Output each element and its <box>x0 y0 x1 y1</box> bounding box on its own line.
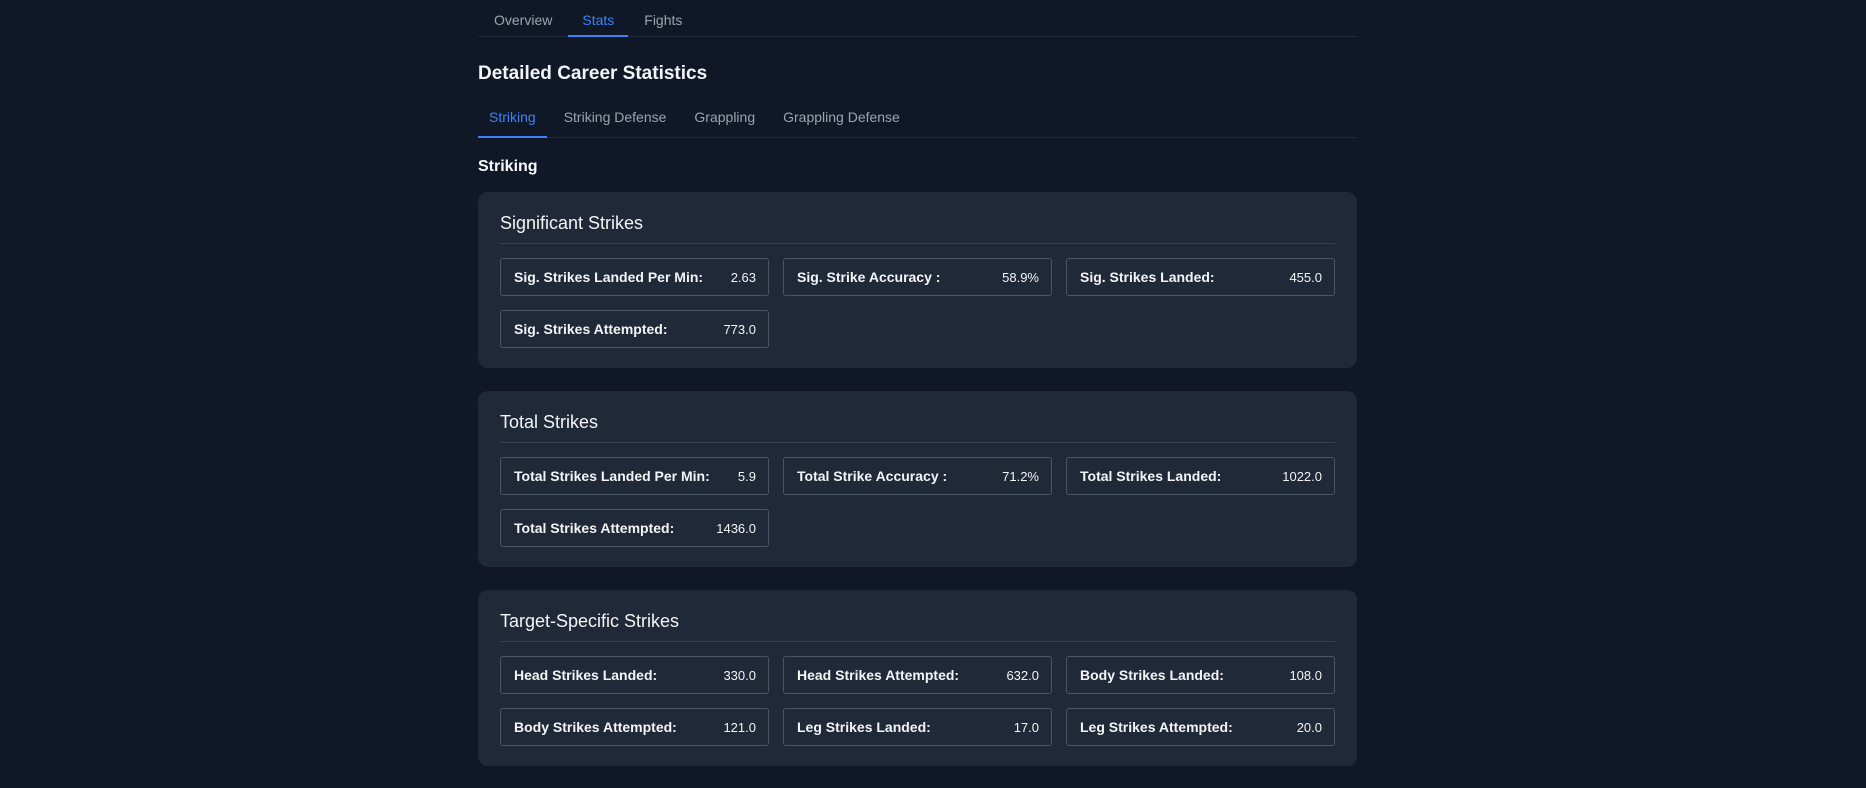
stat-label: Total Strike Accuracy : <box>797 468 948 484</box>
stat-label: Total Strikes Landed Per Min: <box>514 468 710 484</box>
stat-value: 58.9% <box>1002 269 1039 285</box>
tab-overview[interactable]: Overview <box>480 0 566 37</box>
stat-item: Total Strikes Attempted: 1436.0 <box>500 509 769 547</box>
stat-label: Body Strikes Attempted: <box>514 719 677 735</box>
stat-value: 1022.0 <box>1282 468 1322 484</box>
stat-value: 773.0 <box>723 321 756 337</box>
stat-item: Total Strikes Landed: 1022.0 <box>1066 457 1335 495</box>
stat-item: Head Strikes Landed: 330.0 <box>500 656 769 694</box>
total-strikes-card: Total Strikes Total Strikes Landed Per M… <box>478 391 1357 567</box>
stat-label: Body Strikes Landed: <box>1080 667 1224 683</box>
stat-item: Sig. Strike Accuracy : 58.9% <box>783 258 1052 296</box>
stat-value: 17.0 <box>1013 719 1039 735</box>
stat-item: Total Strikes Landed Per Min: 5.9 <box>500 457 769 495</box>
stat-value: 2.63 <box>730 269 756 285</box>
significant-strikes-card: Significant Strikes Sig. Strikes Landed … <box>478 192 1357 368</box>
stat-label: Total Strikes Attempted: <box>514 520 675 536</box>
profile-tabs: Overview Stats Fights <box>478 0 1357 37</box>
stat-label: Sig. Strikes Landed Per Min: <box>514 269 704 285</box>
stat-label: Leg Strikes Landed: <box>797 719 931 735</box>
stat-label: Sig. Strikes Landed: <box>1080 269 1215 285</box>
stat-label: Head Strikes Attempted: <box>797 667 960 683</box>
tab-striking-defense[interactable]: Striking Defense <box>553 102 678 138</box>
stat-value: 1436.0 <box>716 520 756 536</box>
stat-value: 121.0 <box>723 719 756 735</box>
tab-fights[interactable]: Fights <box>630 0 696 37</box>
card-title: Total Strikes <box>500 411 1335 443</box>
stat-value: 330.0 <box>723 667 756 683</box>
stats-container: Overview Stats Fights Detailed Career St… <box>478 0 1357 766</box>
section-heading: Striking <box>478 158 538 175</box>
page-title: Detailed Career Statistics <box>478 63 708 84</box>
stat-grid: Sig. Strikes Landed Per Min: 2.63 Sig. S… <box>500 258 1335 348</box>
stat-value: 71.2% <box>1002 468 1039 484</box>
stat-item: Body Strikes Attempted: 121.0 <box>500 708 769 746</box>
stat-value: 108.0 <box>1289 667 1322 683</box>
stat-item: Total Strike Accuracy : 71.2% <box>783 457 1052 495</box>
stat-item: Leg Strikes Attempted: 20.0 <box>1066 708 1335 746</box>
stat-value: 20.0 <box>1296 719 1322 735</box>
tab-stats[interactable]: Stats <box>568 0 629 37</box>
stat-item: Body Strikes Landed: 108.0 <box>1066 656 1335 694</box>
stat-value: 632.0 <box>1006 667 1039 683</box>
stat-label: Sig. Strike Accuracy : <box>797 269 941 285</box>
stats-category-tabs: Striking Striking Defense Grappling Grap… <box>478 102 1357 138</box>
stat-item: Sig. Strikes Attempted: 773.0 <box>500 310 769 348</box>
stat-label: Total Strikes Landed: <box>1080 468 1222 484</box>
target-specific-strikes-card: Target-Specific Strikes Head Strikes Lan… <box>478 590 1357 766</box>
card-title: Target-Specific Strikes <box>500 610 1335 642</box>
stat-label: Head Strikes Landed: <box>514 667 658 683</box>
stat-label: Sig. Strikes Attempted: <box>514 321 668 337</box>
tab-grappling[interactable]: Grappling <box>683 102 766 138</box>
card-title: Significant Strikes <box>500 212 1335 244</box>
tab-grappling-defense[interactable]: Grappling Defense <box>772 102 911 138</box>
stat-label: Leg Strikes Attempted: <box>1080 719 1233 735</box>
stat-item: Sig. Strikes Landed: 455.0 <box>1066 258 1335 296</box>
stat-value: 5.9 <box>737 468 756 484</box>
stat-item: Sig. Strikes Landed Per Min: 2.63 <box>500 258 769 296</box>
stat-item: Head Strikes Attempted: 632.0 <box>783 656 1052 694</box>
stat-item: Leg Strikes Landed: 17.0 <box>783 708 1052 746</box>
stat-grid: Total Strikes Landed Per Min: 5.9 Total … <box>500 457 1335 547</box>
stat-value: 455.0 <box>1289 269 1322 285</box>
tab-striking[interactable]: Striking <box>478 102 547 138</box>
stat-grid: Head Strikes Landed: 330.0 Head Strikes … <box>500 656 1335 746</box>
